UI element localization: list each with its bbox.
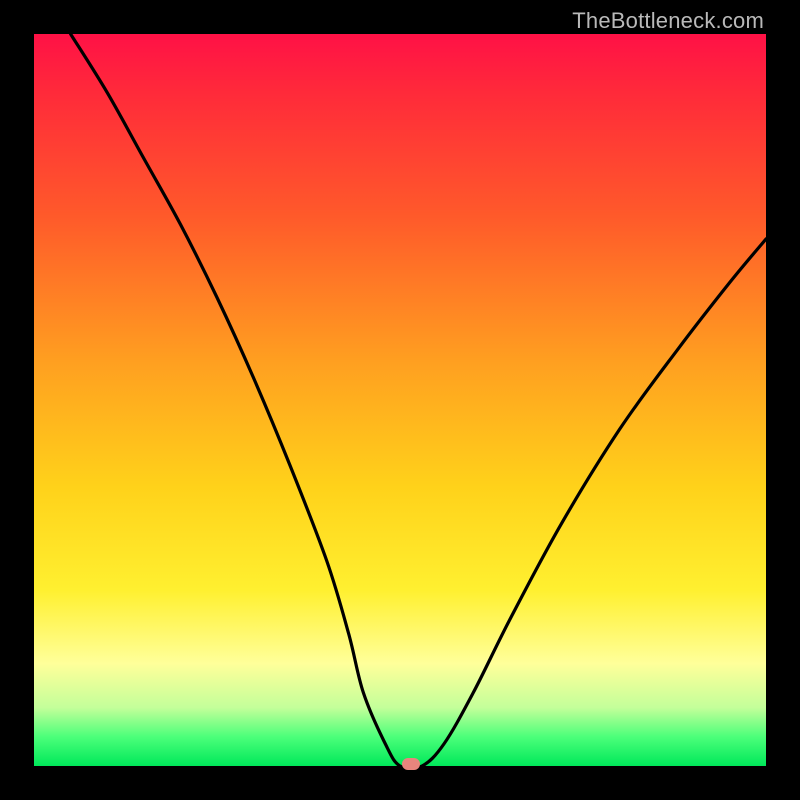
plot-area (34, 34, 766, 766)
bottleneck-curve (34, 34, 766, 766)
chart-frame: TheBottleneck.com (0, 0, 800, 800)
watermark-text: TheBottleneck.com (572, 8, 764, 34)
optimal-point-marker (402, 758, 420, 770)
